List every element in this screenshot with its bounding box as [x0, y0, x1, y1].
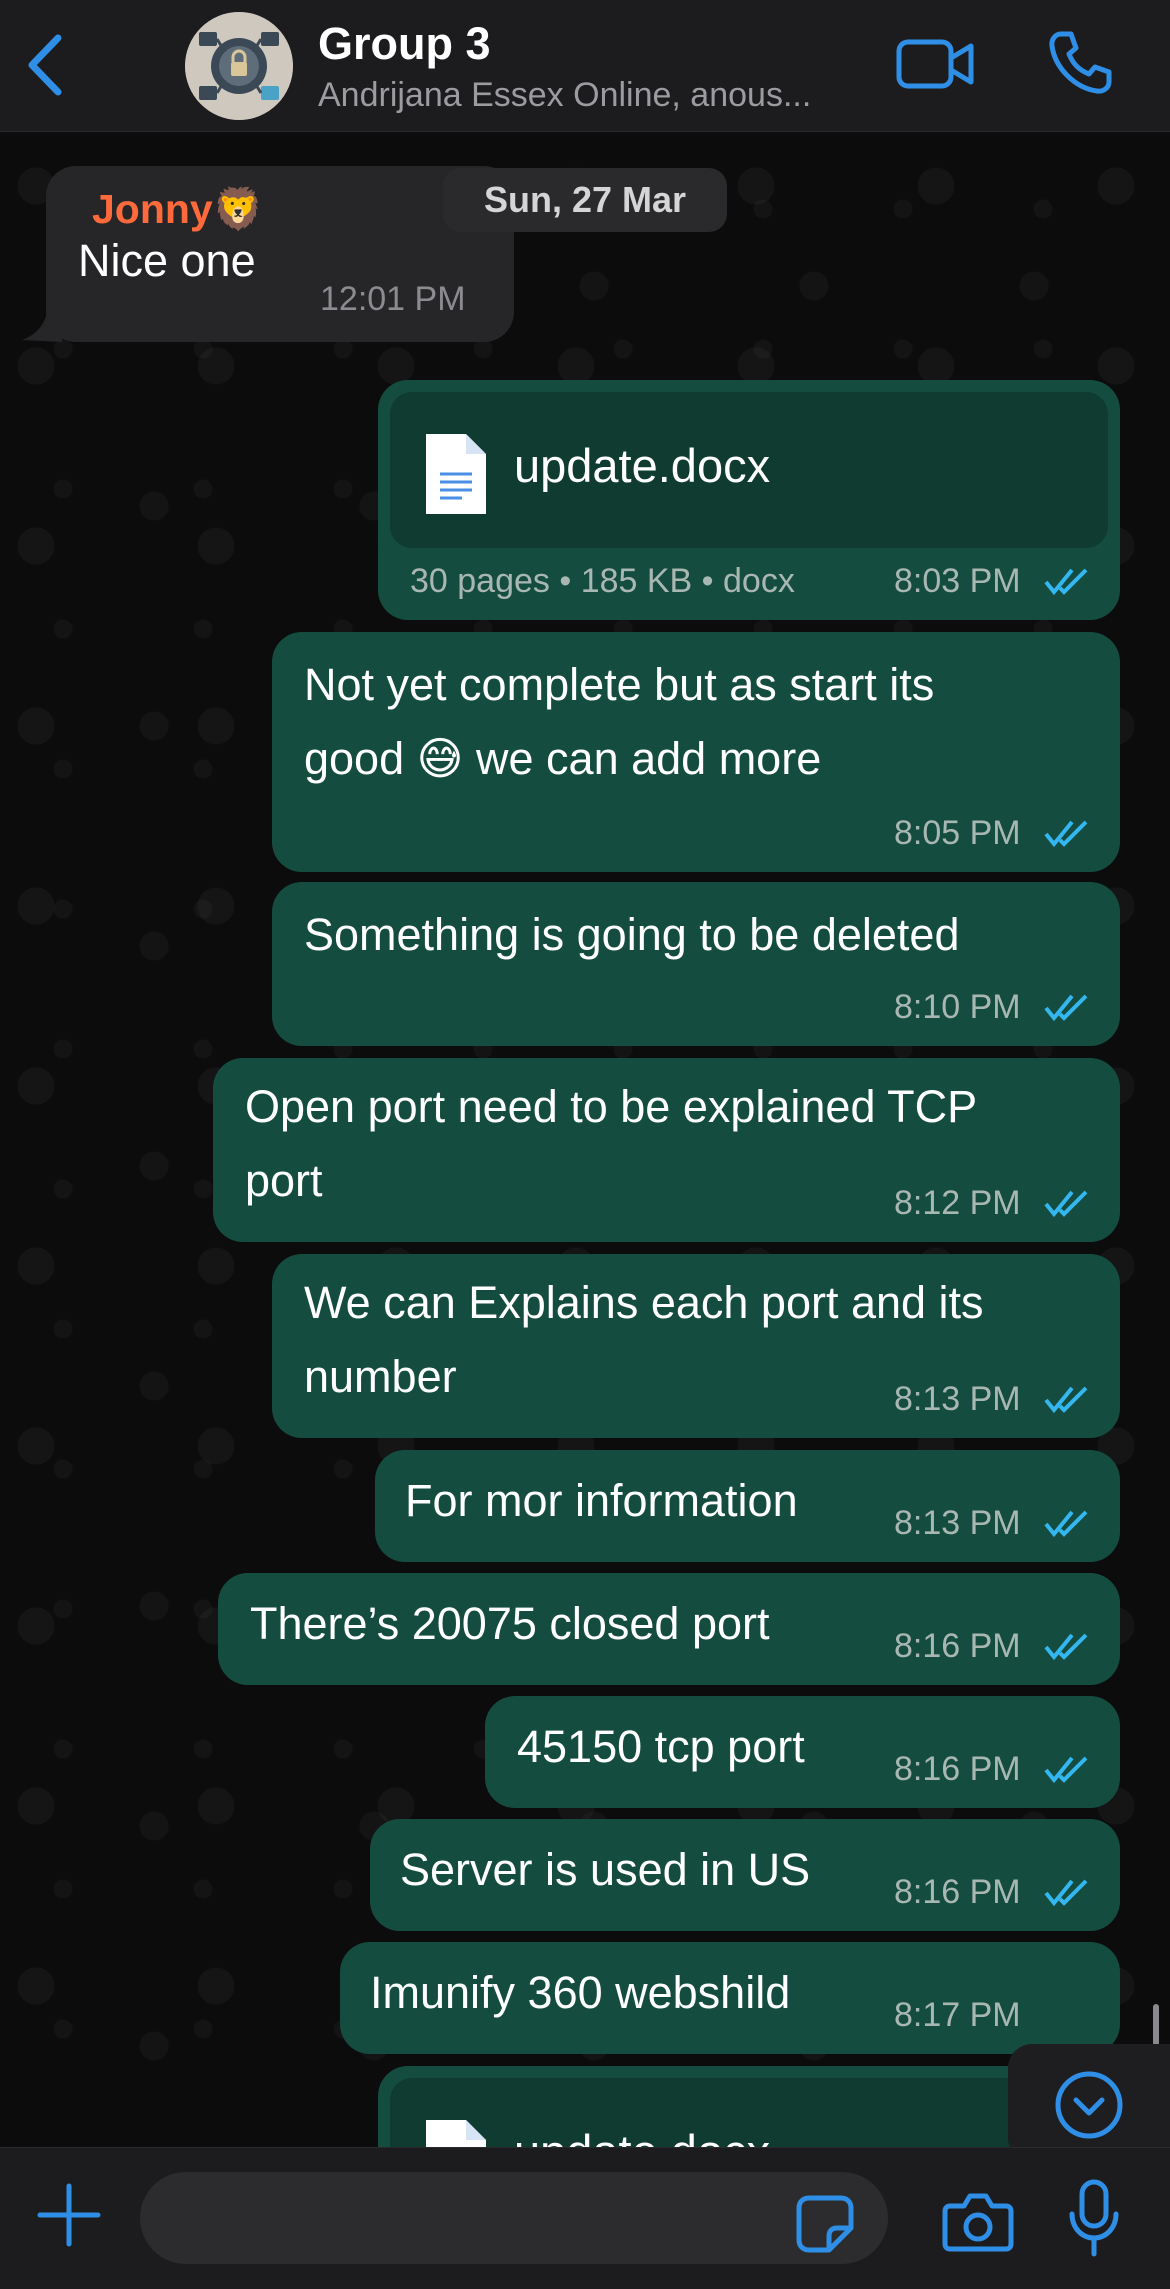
outgoing-message[interactable]: Open port need to be explained TCP port …: [213, 1058, 1120, 1242]
document-name: update.docx: [514, 2124, 770, 2147]
microphone-icon[interactable]: [1068, 2178, 1120, 2258]
chat-title[interactable]: Group 3: [318, 18, 491, 70]
read-ticks-icon: [1044, 994, 1088, 1022]
back-chevron-icon[interactable]: [22, 30, 70, 100]
read-ticks-icon: [1044, 820, 1088, 848]
scroll-down-icon: [1055, 2071, 1123, 2139]
message-text: There’s 20075 closed port: [250, 1598, 770, 1649]
message-time: 8:03 PM: [894, 562, 1021, 600]
read-ticks-icon: [1044, 1879, 1088, 1907]
message-time: 8:05 PM: [894, 814, 1021, 852]
read-ticks-icon: [1044, 1190, 1088, 1218]
message-time: 8:12 PM: [894, 1184, 1021, 1222]
message-text: 45150 tcp port: [517, 1721, 805, 1772]
message-input[interactable]: [140, 2172, 888, 2264]
message-time: 8:17 PM: [894, 1996, 1021, 2034]
message-text-line-1: Not yet complete but as start its: [304, 659, 935, 710]
group-avatar[interactable]: [185, 12, 293, 120]
composer-bar: [0, 2147, 1170, 2289]
chat-subtitle[interactable]: Andrijana Essex Online, anous...: [318, 76, 858, 115]
camera-icon[interactable]: [942, 2192, 1014, 2252]
plus-icon[interactable]: [36, 2182, 102, 2248]
video-call-icon[interactable]: [895, 34, 977, 94]
outgoing-message[interactable]: Not yet complete but as start its good 😅…: [272, 632, 1120, 872]
message-text-line-1: Open port need to be explained TCP: [245, 1081, 978, 1132]
read-ticks-icon: [1044, 1386, 1088, 1414]
document-preview[interactable]: update.docx: [390, 2078, 1108, 2147]
read-ticks-icon: [1044, 568, 1088, 596]
document-icon: [426, 2120, 486, 2147]
outgoing-message[interactable]: Something is going to be deleted 8:10 PM: [272, 882, 1120, 1046]
message-text: Server is used in US: [400, 1844, 811, 1895]
read-ticks-icon: [1044, 1633, 1088, 1661]
chat-header: Group 3 Andrijana Essex Online, anous...: [0, 0, 1170, 132]
document-icon: [426, 434, 486, 514]
outgoing-message[interactable]: We can Explains each port and its number…: [272, 1254, 1120, 1438]
message-text-line-2: port: [245, 1155, 323, 1206]
document-preview[interactable]: update.docx: [390, 392, 1108, 548]
message-time: 12:01 PM: [320, 280, 466, 318]
message-text-line-2: number: [304, 1351, 457, 1402]
read-ticks-icon: [1044, 1510, 1088, 1538]
outgoing-document-message[interactable]: update.docx 30 pages • 185 KB • docx 8:0…: [378, 380, 1120, 620]
outgoing-message[interactable]: For mor information 8:13 PM: [375, 1450, 1120, 1562]
message-text-line-1: We can Explains each port and its: [304, 1277, 984, 1328]
group-avatar-image: [185, 12, 293, 120]
message-time: 8:16 PM: [894, 1750, 1021, 1788]
phone-icon[interactable]: [1045, 28, 1115, 98]
message-text: Nice one: [78, 235, 256, 286]
outgoing-message[interactable]: Server is used in US 8:16 PM: [370, 1819, 1120, 1931]
message-text-line-2: good 😅 we can add more: [304, 733, 822, 784]
message-text: For mor information: [405, 1475, 798, 1526]
scrollbar-thumb[interactable]: [1153, 2004, 1159, 2046]
document-meta: 30 pages • 185 KB • docx: [410, 562, 795, 600]
bubble-tail: [22, 302, 62, 342]
date-separator: Sun, 27 Mar: [443, 168, 727, 232]
message-list[interactable]: Jonny🦁 Nice one 12:01 PM Sun, 27 Mar upd…: [0, 132, 1170, 2147]
outgoing-message[interactable]: 45150 tcp port 8:16 PM: [485, 1696, 1120, 1808]
scroll-to-bottom-button[interactable]: [1008, 2044, 1170, 2147]
message-text: Imunify 360 webshild: [370, 1967, 791, 2018]
message-time: 8:13 PM: [894, 1504, 1021, 1542]
message-text: Something is going to be deleted: [304, 909, 960, 960]
message-time: 8:16 PM: [894, 1873, 1021, 1911]
message-time: 8:13 PM: [894, 1380, 1021, 1418]
read-ticks-icon: [1044, 1756, 1088, 1784]
message-time: 8:16 PM: [894, 1627, 1021, 1665]
outgoing-message[interactable]: There’s 20075 closed port 8:16 PM: [218, 1573, 1120, 1685]
sticker-icon[interactable]: [795, 2194, 855, 2254]
document-name: update.docx: [514, 439, 771, 492]
outgoing-message[interactable]: Imunify 360 webshild 8:17 PM: [340, 1942, 1120, 2054]
message-time: 8:10 PM: [894, 988, 1021, 1026]
